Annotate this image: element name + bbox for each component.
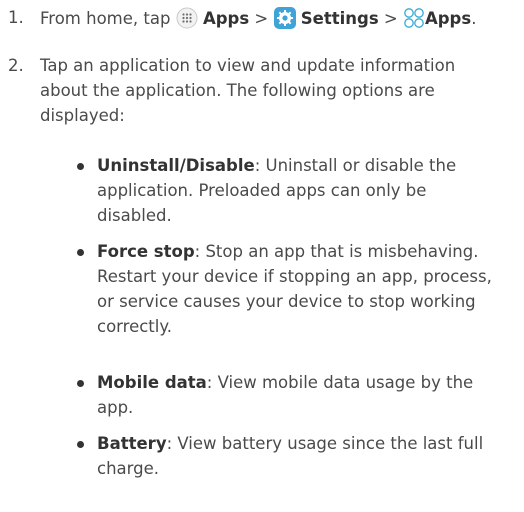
separator-2: > [378, 9, 403, 28]
bullet [77, 380, 84, 387]
option-mobile-data-line-2: app. [97, 398, 134, 417]
option-battery-line-2: charge. [97, 459, 160, 478]
bullet [77, 249, 84, 256]
settings-gear-icon [273, 7, 296, 35]
option-battery-line-1: Battery: View battery usage since the la… [97, 433, 483, 455]
bullet [77, 441, 84, 448]
apps-label: Apps [202, 9, 250, 28]
step-2-number: 2. [8, 56, 24, 75]
option-force-stop-line-1: Force stop: Stop an app that is misbehav… [97, 241, 478, 263]
option-uninstall-line-2: application. Preloaded apps can only be [97, 181, 427, 200]
option-mobile-data-term: Mobile data [97, 373, 207, 392]
option-mobile-data-desc-1: : View mobile data usage by the [206, 373, 474, 392]
option-battery-desc-1: : View battery usage since the last full [166, 434, 484, 453]
option-mobile-data-line-1: Mobile data: View mobile data usage by t… [97, 372, 473, 394]
step-2-line-2: about the application. The following opt… [40, 81, 435, 100]
option-force-stop-desc-1: : Stop an app that is misbehaving. [194, 242, 479, 261]
option-force-stop-line-2: Restart your device if stopping an app, … [97, 267, 492, 286]
option-force-stop-term: Force stop [97, 242, 195, 261]
instructions-page: 1. From home, tap Apps > Settings > Apps… [0, 0, 524, 512]
option-uninstall-desc-1: : Uninstall or disable the [254, 156, 457, 175]
separator-1: > [249, 9, 274, 28]
step-1-prefix: From home, tap [40, 9, 176, 28]
step-1-text: From home, tap Apps > Settings > Apps. [40, 7, 476, 35]
step-2-line-3: displayed: [40, 106, 125, 125]
apps-circles-icon [403, 7, 425, 35]
step-2-line-1: Tap an application to view and update in… [40, 56, 456, 75]
option-battery-term: Battery [97, 434, 167, 453]
apps-label-2: Apps [424, 9, 472, 28]
step-1-number: 1. [8, 8, 24, 27]
settings-label: Settings [300, 9, 379, 28]
step-1-end: . [471, 9, 477, 28]
option-force-stop-line-4: correctly. [97, 317, 173, 336]
option-uninstall-line-3: disabled. [97, 206, 172, 225]
option-uninstall-term: Uninstall/Disable [97, 156, 255, 175]
option-uninstall-line-1: Uninstall/Disable: Uninstall or disable … [97, 155, 456, 177]
option-force-stop-line-3: or service causes your device to stop wo… [97, 292, 476, 311]
bullet [77, 163, 84, 170]
apps-grid-icon [176, 7, 198, 35]
